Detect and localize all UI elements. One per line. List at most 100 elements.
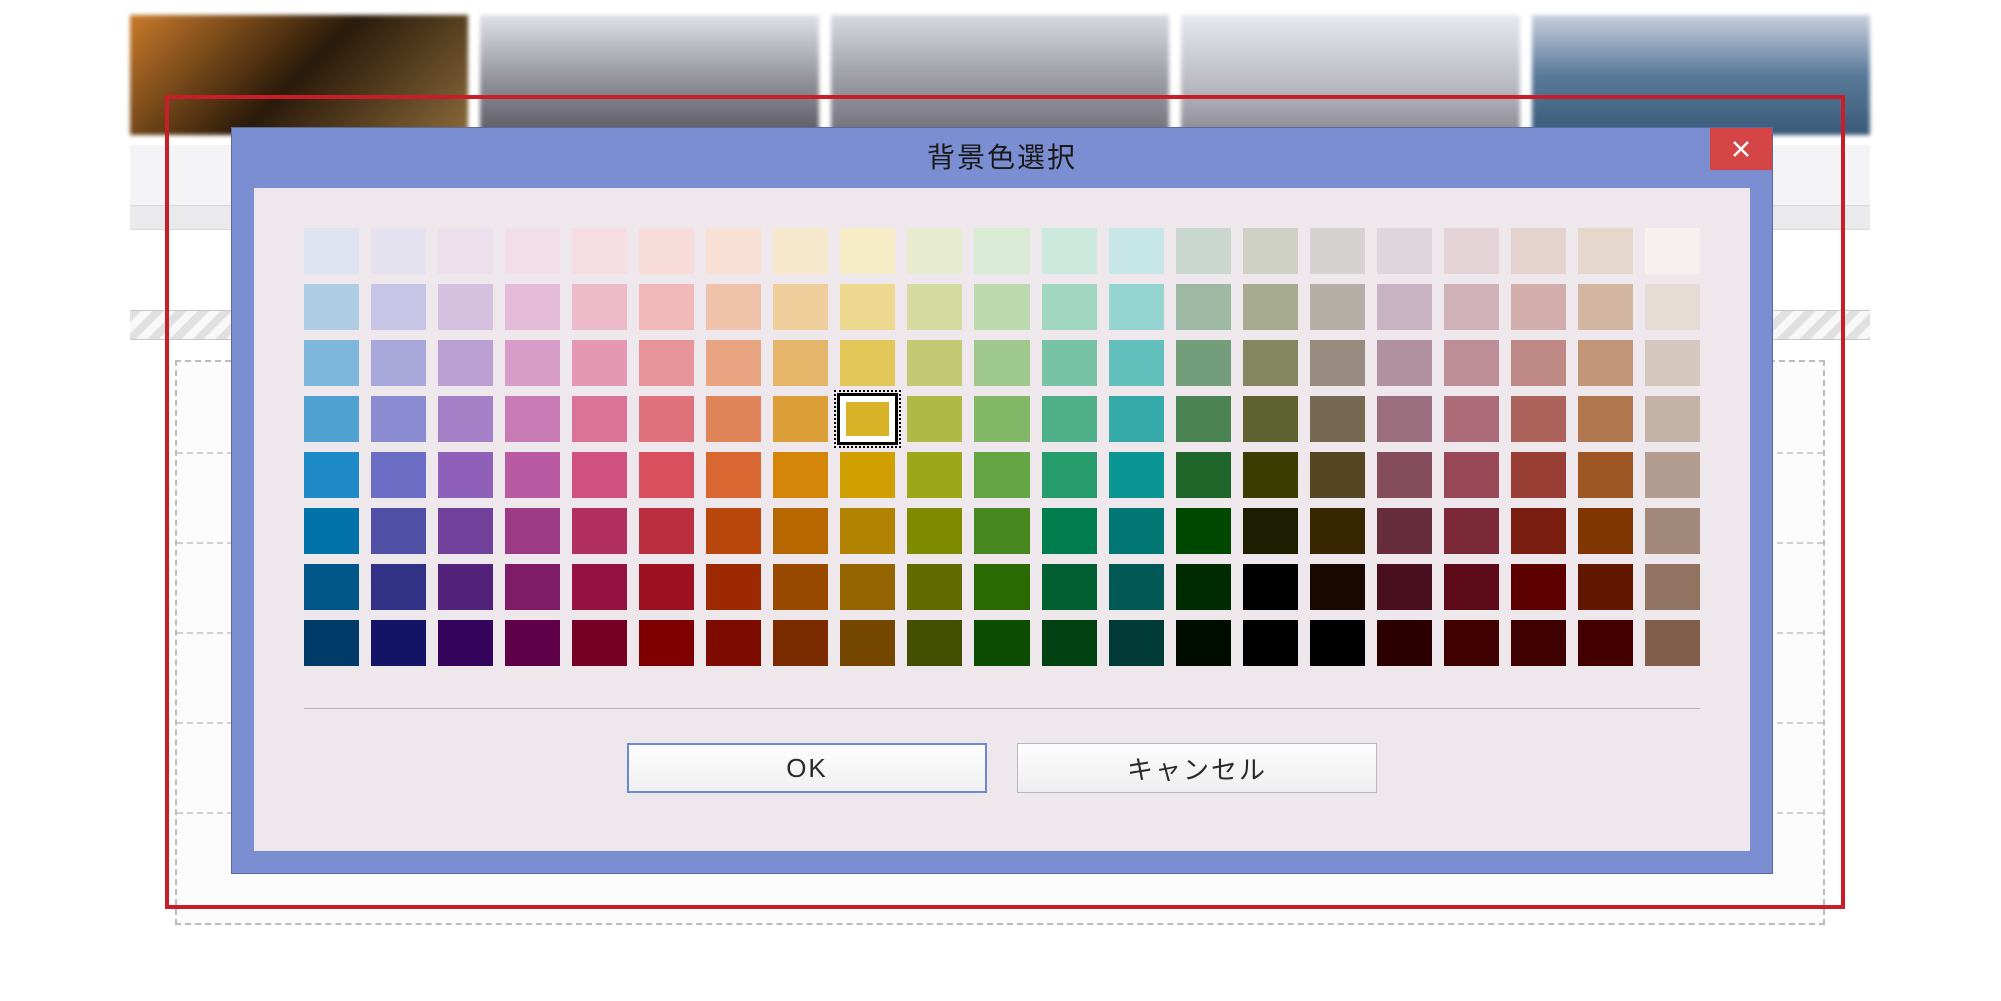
color-swatch[interactable] <box>1377 452 1432 498</box>
color-swatch[interactable] <box>639 284 694 330</box>
color-swatch[interactable] <box>304 396 359 442</box>
color-swatch[interactable] <box>1444 508 1499 554</box>
color-swatch[interactable] <box>773 620 828 666</box>
color-swatch[interactable] <box>1243 340 1298 386</box>
color-swatch[interactable] <box>907 284 962 330</box>
video-thumbnail[interactable] <box>1181 15 1519 135</box>
color-swatch[interactable] <box>1511 508 1566 554</box>
color-swatch[interactable] <box>639 508 694 554</box>
ok-button[interactable]: OK <box>627 743 987 793</box>
color-swatch[interactable] <box>1578 564 1633 610</box>
color-swatch[interactable] <box>1243 228 1298 274</box>
color-swatch[interactable] <box>706 508 761 554</box>
color-swatch[interactable] <box>1645 564 1700 610</box>
color-swatch[interactable] <box>974 284 1029 330</box>
color-swatch[interactable] <box>974 340 1029 386</box>
color-swatch[interactable] <box>572 340 627 386</box>
color-swatch[interactable] <box>907 620 962 666</box>
dialog-titlebar[interactable]: 背景色選択 <box>232 128 1772 183</box>
color-swatch[interactable] <box>1377 564 1432 610</box>
color-swatch[interactable] <box>1377 284 1432 330</box>
color-swatch[interactable] <box>773 396 828 442</box>
color-swatch[interactable] <box>1310 340 1365 386</box>
color-swatch[interactable] <box>773 564 828 610</box>
color-swatch[interactable] <box>1109 228 1164 274</box>
color-swatch[interactable] <box>840 620 895 666</box>
color-swatch[interactable] <box>1444 620 1499 666</box>
color-swatch[interactable] <box>639 452 694 498</box>
color-swatch[interactable] <box>1444 340 1499 386</box>
color-swatch[interactable] <box>371 340 426 386</box>
color-swatch[interactable] <box>1176 340 1231 386</box>
color-swatch[interactable] <box>371 508 426 554</box>
color-swatch[interactable] <box>974 452 1029 498</box>
color-swatch[interactable] <box>1042 508 1097 554</box>
color-swatch[interactable] <box>1176 396 1231 442</box>
color-swatch[interactable] <box>1109 564 1164 610</box>
color-swatch[interactable] <box>706 452 761 498</box>
color-swatch[interactable] <box>1511 340 1566 386</box>
color-swatch[interactable] <box>639 620 694 666</box>
color-swatch[interactable] <box>572 228 627 274</box>
color-swatch[interactable] <box>1511 284 1566 330</box>
color-swatch[interactable] <box>1243 564 1298 610</box>
color-swatch[interactable] <box>572 508 627 554</box>
color-swatch[interactable] <box>572 620 627 666</box>
color-swatch[interactable] <box>706 564 761 610</box>
color-swatch[interactable] <box>1042 396 1097 442</box>
color-swatch[interactable] <box>572 284 627 330</box>
color-swatch[interactable] <box>304 284 359 330</box>
color-swatch[interactable] <box>505 284 560 330</box>
color-swatch[interactable] <box>1243 508 1298 554</box>
color-swatch[interactable] <box>706 228 761 274</box>
color-swatch[interactable] <box>1176 228 1231 274</box>
color-swatch[interactable] <box>1042 620 1097 666</box>
color-swatch[interactable] <box>1377 340 1432 386</box>
color-swatch[interactable] <box>706 620 761 666</box>
color-swatch[interactable] <box>438 564 493 610</box>
color-swatch[interactable] <box>438 340 493 386</box>
color-swatch[interactable] <box>1109 396 1164 442</box>
color-swatch[interactable] <box>304 228 359 274</box>
color-swatch[interactable] <box>1310 620 1365 666</box>
color-swatch[interactable] <box>505 228 560 274</box>
color-swatch[interactable] <box>1645 396 1700 442</box>
color-swatch[interactable] <box>1310 284 1365 330</box>
color-swatch[interactable] <box>1176 564 1231 610</box>
color-swatch[interactable] <box>773 508 828 554</box>
color-swatch[interactable] <box>907 340 962 386</box>
color-swatch[interactable] <box>1042 564 1097 610</box>
color-swatch[interactable] <box>1109 284 1164 330</box>
color-swatch[interactable] <box>1578 452 1633 498</box>
color-swatch[interactable] <box>840 284 895 330</box>
color-swatch[interactable] <box>1578 396 1633 442</box>
color-swatch[interactable] <box>840 508 895 554</box>
color-swatch[interactable] <box>438 228 493 274</box>
color-swatch[interactable] <box>304 508 359 554</box>
color-swatch[interactable] <box>639 396 694 442</box>
color-swatch[interactable] <box>1042 228 1097 274</box>
color-swatch[interactable] <box>1444 228 1499 274</box>
color-swatch[interactable] <box>505 452 560 498</box>
color-swatch[interactable] <box>1578 284 1633 330</box>
color-swatch[interactable] <box>639 228 694 274</box>
color-swatch[interactable] <box>1377 620 1432 666</box>
color-swatch[interactable] <box>304 452 359 498</box>
color-swatch[interactable] <box>371 396 426 442</box>
color-swatch[interactable] <box>1377 396 1432 442</box>
color-swatch[interactable] <box>974 508 1029 554</box>
color-swatch[interactable] <box>1109 508 1164 554</box>
color-swatch[interactable] <box>1645 452 1700 498</box>
color-swatch[interactable] <box>1310 508 1365 554</box>
color-swatch[interactable] <box>1042 340 1097 386</box>
color-swatch[interactable] <box>974 228 1029 274</box>
color-swatch[interactable] <box>1578 228 1633 274</box>
color-swatch[interactable] <box>1645 284 1700 330</box>
color-swatch[interactable] <box>1243 396 1298 442</box>
close-button[interactable] <box>1710 128 1772 170</box>
color-swatch[interactable] <box>1511 620 1566 666</box>
color-swatch[interactable] <box>706 284 761 330</box>
color-swatch[interactable] <box>1176 620 1231 666</box>
color-swatch[interactable] <box>907 228 962 274</box>
video-thumbnail[interactable] <box>1532 15 1870 135</box>
